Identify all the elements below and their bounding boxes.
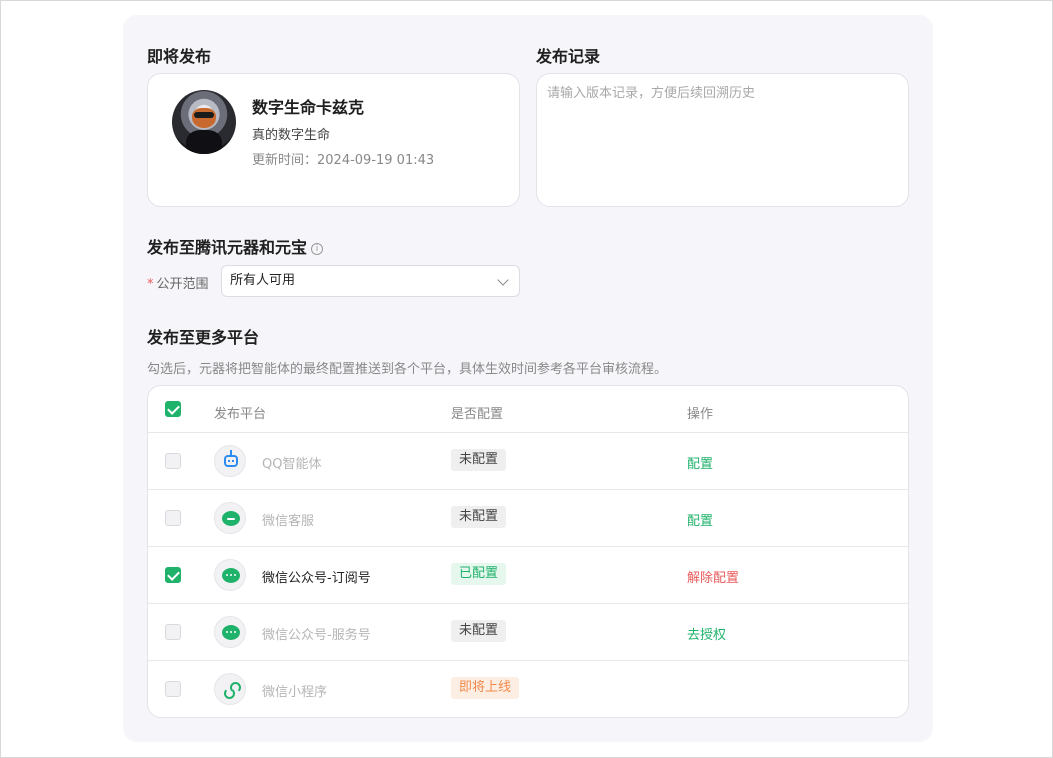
release-notes-input[interactable] <box>536 73 909 207</box>
column-header-status: 是否配置 <box>451 407 504 422</box>
table-row: 微信客服 未配置 配置 <box>148 490 908 547</box>
record-title: 发布记录 <box>536 47 601 66</box>
unconfigure-link[interactable]: 解除配置 <box>687 567 739 586</box>
table-row: 微信小程序 即将上线 <box>148 661 908 717</box>
authorize-link[interactable]: 去授权 <box>687 624 726 643</box>
wechat-icon <box>214 616 246 648</box>
info-icon[interactable]: i <box>311 243 324 255</box>
scope-label-text: 公开范围 <box>156 277 209 292</box>
chevron-down-icon <box>497 274 509 286</box>
row-checkbox[interactable] <box>165 453 181 469</box>
required-mark: * <box>147 277 154 292</box>
bot-update-time: 更新时间：2024-09-19 01:43 <box>252 153 435 168</box>
configure-link[interactable]: 配置 <box>687 510 713 529</box>
platform-table: 发布平台 是否配置 操作 QQ智能体 未配置 配置 微信客服 未配置 配置 微信… <box>147 385 909 718</box>
scope-label: * 公开范围 <box>147 273 209 292</box>
bot-card: 数字生命卡兹克 真的数字生命 更新时间：2024-09-19 01:43 <box>147 73 520 207</box>
row-checkbox[interactable] <box>165 681 181 697</box>
status-badge: 已配置 <box>451 563 507 585</box>
publish-panel: 即将发布 发布记录 数字生命卡兹克 真的数字生命 更新时间：2024-09-19… <box>123 15 933 742</box>
row-checkbox[interactable] <box>165 510 181 526</box>
scope-select-value: 所有人可用 <box>230 273 296 288</box>
platform-name: QQ智能体 <box>262 457 322 472</box>
table-row: 微信公众号-服务号 未配置 去授权 <box>148 604 908 661</box>
tencent-title-text: 发布至腾讯元器和元宝 <box>147 238 308 257</box>
select-all-checkbox[interactable] <box>165 401 181 417</box>
row-checkbox[interactable] <box>165 624 181 640</box>
status-badge: 未配置 <box>451 506 507 528</box>
more-platforms-title: 发布至更多平台 <box>147 328 260 347</box>
table-row: QQ智能体 未配置 配置 <box>148 433 908 490</box>
status-badge: 即将上线 <box>451 677 520 699</box>
wechat-kf-icon <box>214 502 246 534</box>
bot-name: 数字生命卡兹克 <box>252 98 365 117</box>
table-header: 发布平台 是否配置 操作 <box>148 386 908 433</box>
platform-name: 微信公众号-订阅号 <box>262 571 371 586</box>
platform-name: 微信小程序 <box>262 685 328 700</box>
bot-avatar <box>172 90 236 154</box>
upcoming-title: 即将发布 <box>147 47 212 66</box>
row-checkbox[interactable] <box>165 567 181 583</box>
mini-program-icon <box>214 673 246 705</box>
column-header-platform: 发布平台 <box>214 407 267 422</box>
tencent-section-title: 发布至腾讯元器和元宝 i <box>147 234 324 258</box>
more-platforms-hint: 勾选后，元器将把智能体的最终配置推送到各个平台，具体生效时间参考各平台审核流程。 <box>147 362 668 377</box>
bot-description: 真的数字生命 <box>252 128 331 143</box>
status-badge: 未配置 <box>451 449 507 471</box>
qq-robot-icon <box>214 445 246 477</box>
platform-name: 微信客服 <box>262 514 315 529</box>
configure-link[interactable]: 配置 <box>687 453 713 472</box>
status-badge: 未配置 <box>451 620 507 642</box>
platform-name: 微信公众号-服务号 <box>262 628 371 643</box>
wechat-icon <box>214 559 246 591</box>
table-row: 微信公众号-订阅号 已配置 解除配置 <box>148 547 908 604</box>
scope-select[interactable]: 所有人可用 <box>221 265 520 297</box>
column-header-action: 操作 <box>687 407 714 422</box>
